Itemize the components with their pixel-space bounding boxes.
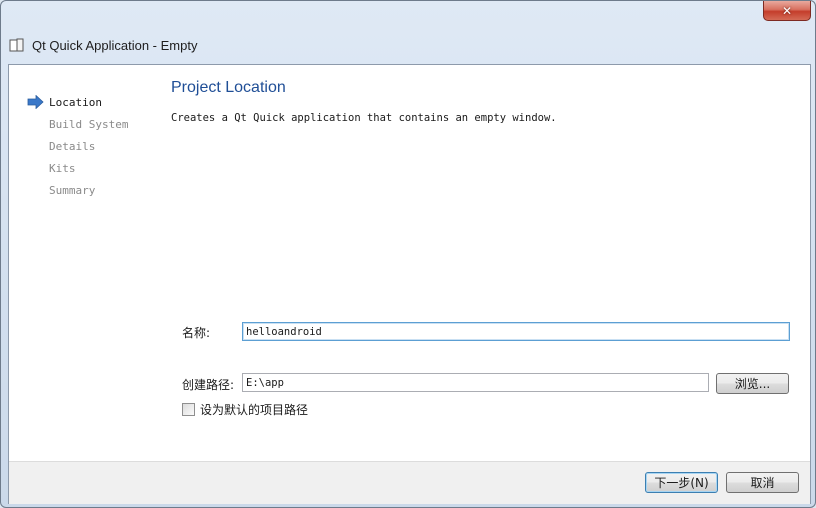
path-label: 创建路径: (182, 378, 235, 392)
browse-button[interactable]: 浏览... (716, 373, 789, 394)
project-path-input[interactable] (242, 373, 709, 392)
step-kits: Kits (49, 162, 76, 175)
close-button[interactable]: ✕ (763, 1, 811, 21)
window-title: Qt Quick Application - Empty (32, 38, 198, 53)
wizard-content: Location Build System Details Kits Summa… (8, 64, 811, 504)
name-label: 名称: (182, 326, 211, 340)
close-icon: ✕ (781, 3, 793, 18)
default-path-checkbox[interactable] (182, 403, 195, 416)
next-button[interactable]: 下一步(N) (645, 472, 718, 493)
wizard-footer: 下一步(N) 取消 (9, 461, 810, 504)
page-description: Creates a Qt Quick application that cont… (171, 112, 557, 124)
step-build-system: Build System (49, 118, 129, 131)
page-title: Project Location (171, 79, 286, 96)
default-path-label: 设为默认的项目路径 (200, 403, 309, 417)
step-location: Location (49, 96, 102, 109)
step-details: Details (49, 140, 96, 153)
project-name-input[interactable] (242, 322, 790, 341)
step-summary: Summary (49, 184, 96, 197)
window-icon (9, 38, 24, 52)
current-step-arrow-icon (27, 95, 44, 109)
cancel-button[interactable]: 取消 (726, 472, 799, 493)
wizard-window: ✕ Qt Quick Application - Empty Location … (0, 0, 816, 508)
